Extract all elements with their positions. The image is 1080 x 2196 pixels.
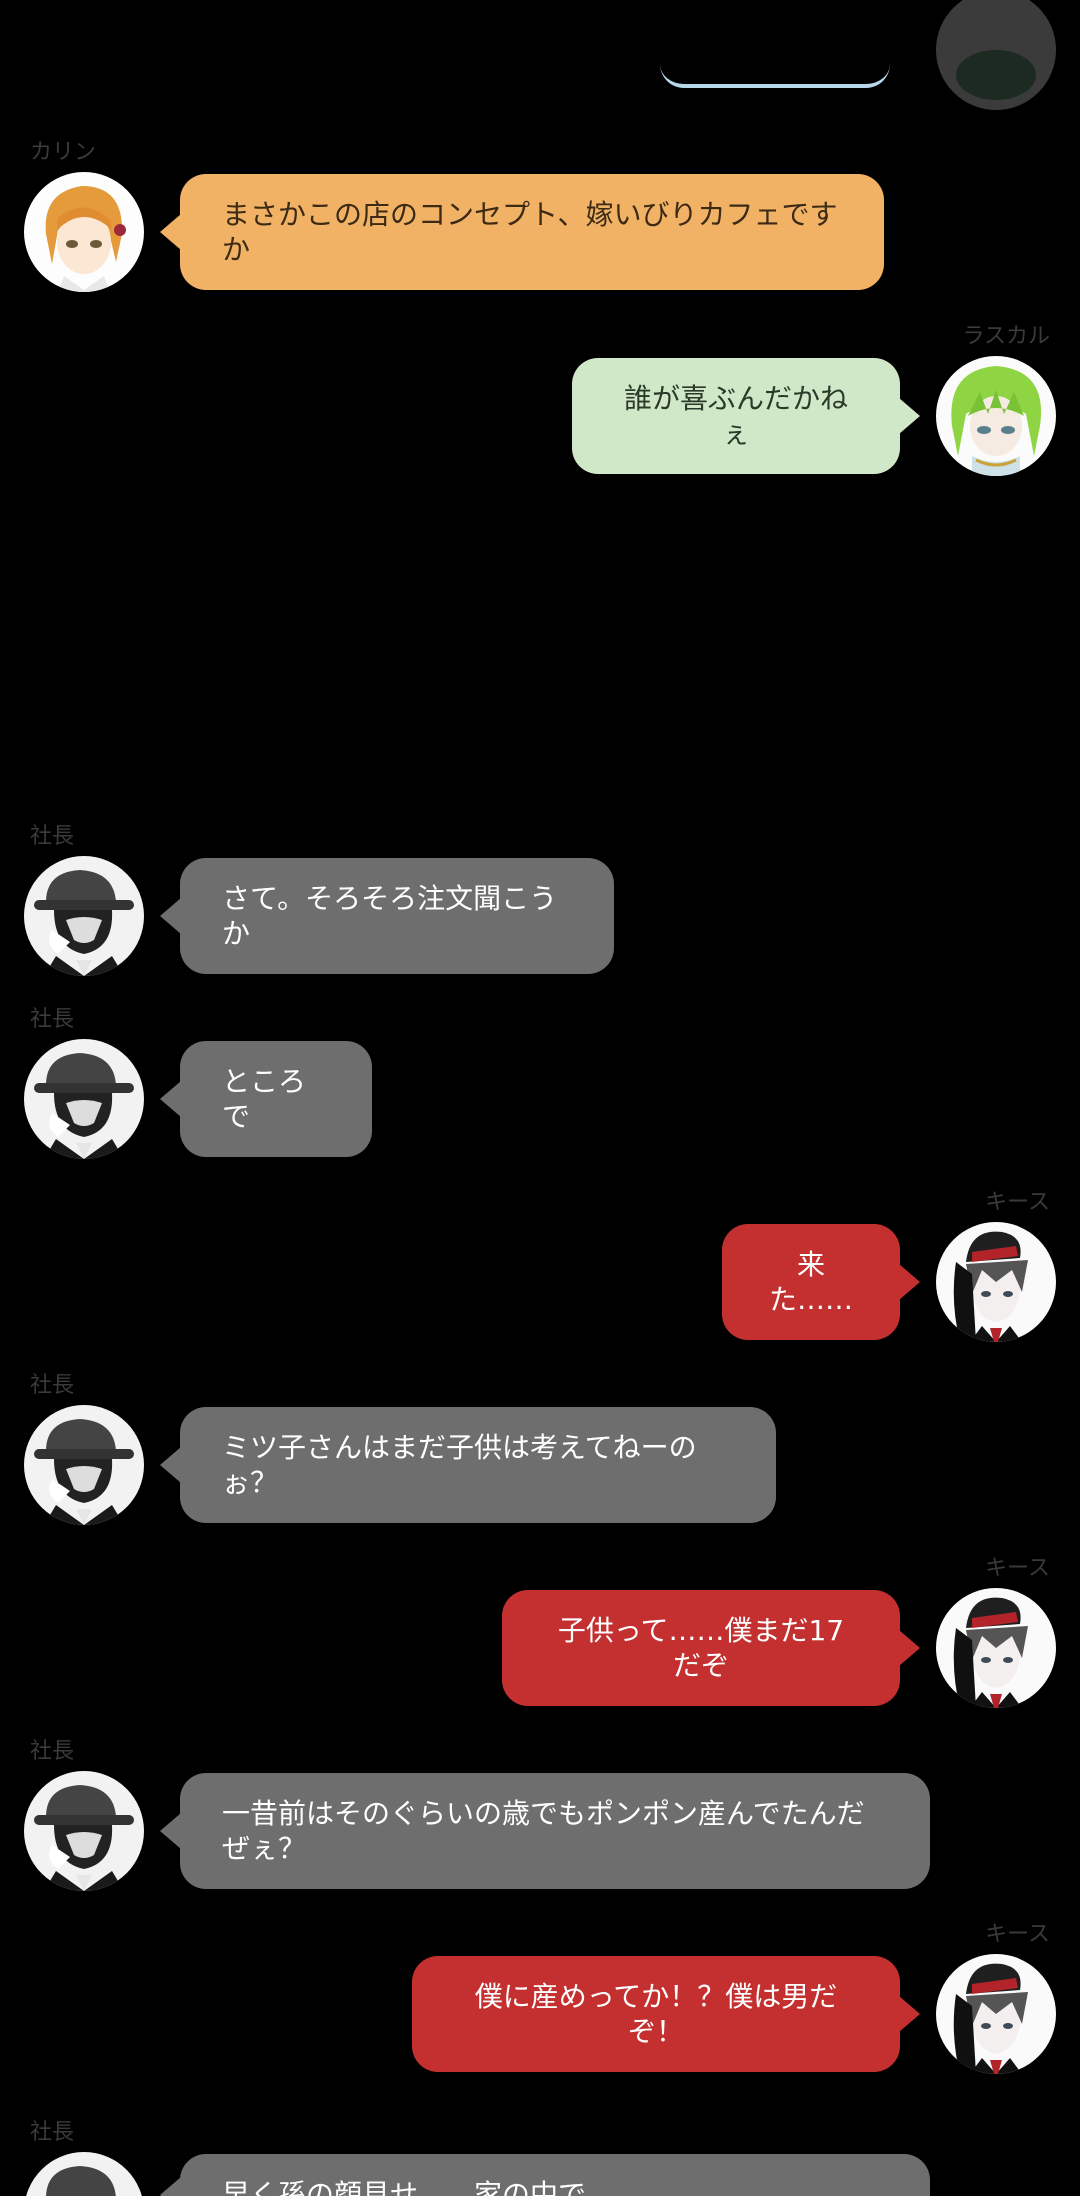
message-bubble[interactable]: 僕に産めってか！？僕は男だぞ！ (412, 1956, 920, 2072)
cutoff-message-top (0, 0, 1080, 110)
sender-name: キース (985, 1922, 1050, 1947)
message-keith: キース 子供って……僕まだ17だぞ (0, 1550, 1080, 1720)
message-rascal: ラスカル 誰が喜ぶんだかねぇ (0, 318, 1080, 488)
keith-avatar[interactable] (936, 1954, 1056, 2074)
karin-avatar[interactable] (24, 172, 144, 292)
message-bubble[interactable]: ところで (160, 1041, 372, 1157)
message-bubble[interactable]: さて。そろそろ注文聞こうか (160, 858, 614, 974)
shachou-avatar[interactable] (24, 856, 144, 976)
message-bubble[interactable]: 一昔前はそのぐらいの歳でもポンポン産んでたんだ ぜぇ？ (160, 1773, 930, 1889)
sender-name: 社長 (30, 824, 75, 849)
message-line-1: 一昔前はそのぐらいの歳でもポンポン産んでたんだ (222, 1797, 865, 1830)
keith-avatar[interactable] (936, 1222, 1056, 1342)
message-shachou: 社長 ところで (0, 1001, 1080, 1171)
message-bubble[interactable]: 誰が喜ぶんだかねぇ (572, 358, 920, 474)
keith-avatar[interactable] (936, 1588, 1056, 1708)
message-bubble[interactable]: まさかこの店のコンセプト、嫁いびりカフェですか (160, 174, 884, 290)
rascal-avatar[interactable] (936, 356, 1056, 476)
shachou-avatar[interactable] (24, 1771, 144, 1891)
message-line-2: ぜぇ？ (222, 1832, 307, 1865)
shachou-avatar[interactable] (24, 1039, 144, 1159)
message-bubble[interactable]: 来た…… (722, 1224, 920, 1340)
message-shachou: 社長 早く孫の顔見せ……家の中で…… (0, 2114, 1080, 2196)
sender-name: 社長 (30, 1739, 75, 1764)
message-keith: キース 来た…… (0, 1184, 1080, 1354)
sender-name: キース (985, 1190, 1050, 1215)
sender-name: キース (985, 1556, 1050, 1581)
message-bubble[interactable]: 早く孫の顔見せ……家の中で…… (160, 2154, 930, 2196)
cutoff-avatar (936, 0, 1056, 110)
message-bubble[interactable]: 子供って……僕まだ17だぞ (502, 1590, 920, 1706)
message-karin: カリン まさかこの店のコンセプト、嫁いびりカフェですか (0, 134, 1080, 304)
message-keith: キース 僕に産めってか！？僕は男だぞ！ (0, 1916, 1080, 2086)
shachou-avatar[interactable] (24, 2152, 144, 2196)
message-bubble[interactable]: ミツ子さんはまだ子供は考えてねーのぉ？ (160, 1407, 776, 1523)
message-shachou: 社長 ミツ子さんはまだ子供は考えてねーのぉ？ (0, 1367, 1080, 1537)
shachou-avatar[interactable] (24, 1405, 144, 1525)
sender-name: 社長 (30, 2120, 75, 2145)
sender-name: カリン (30, 140, 97, 165)
sender-name: ラスカル (962, 324, 1050, 349)
cutoff-bubble (660, 40, 890, 88)
sender-name: 社長 (30, 1007, 75, 1032)
sender-name: 社長 (30, 1373, 75, 1398)
message-shachou: 社長 さて。そろそろ注文聞こうか (0, 818, 1080, 988)
message-shachou: 社長 一昔前はそのぐらいの歳でもポンポン産んでたんだ ぜぇ？ (0, 1733, 1080, 1933)
